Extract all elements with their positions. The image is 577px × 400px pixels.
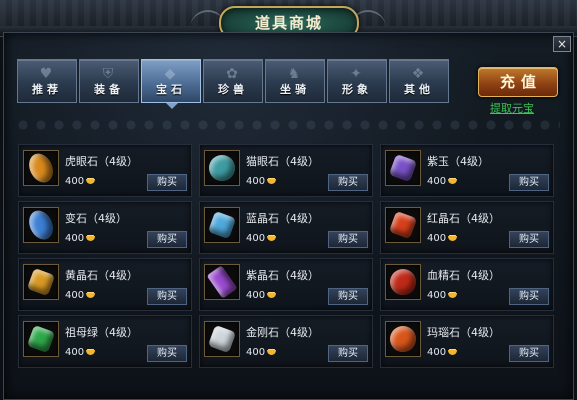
- item-name: 玛瑙石（4级）: [427, 326, 500, 339]
- armor-icon: ⛨: [102, 66, 114, 82]
- blue-crystal-gem-icon[interactable]: [204, 207, 240, 243]
- buy-button[interactable]: 购买: [509, 288, 549, 305]
- gold-ingot-icon: [267, 235, 277, 241]
- yellow-crystal-gem-icon[interactable]: [23, 264, 59, 300]
- tab-beasts[interactable]: ✿ 珍兽: [203, 59, 263, 103]
- withdraw-ingots-link[interactable]: 提取元宝: [490, 100, 534, 116]
- item-name: 猫眼石（4级）: [246, 155, 319, 168]
- tab-label: 宝石: [156, 83, 186, 96]
- item-price: 400: [427, 176, 458, 187]
- gem-icon: ◆: [164, 66, 176, 82]
- item-price: 400: [246, 176, 277, 187]
- shop-item: 虎眼石（4级） 400 购买: [18, 144, 192, 197]
- shop-item: 紫晶石（4级） 400 购买: [199, 258, 373, 311]
- buy-button[interactable]: 购买: [328, 288, 368, 305]
- item-name: 祖母绿（4级）: [65, 326, 138, 339]
- tab-recommend[interactable]: ♥ 推荐: [17, 59, 77, 103]
- item-name: 金刚石（4级）: [246, 326, 319, 339]
- item-name: 紫晶石（4级）: [246, 269, 319, 282]
- tab-label: 其他: [404, 83, 434, 96]
- recharge-button[interactable]: 充值: [478, 67, 558, 97]
- tab-label: 装备: [94, 83, 124, 96]
- item-price: 400: [246, 233, 277, 244]
- tab-gems[interactable]: ◆ 宝石: [141, 59, 201, 109]
- amethyst-gem-icon[interactable]: [204, 264, 240, 300]
- shop-item: 血精石（4级） 400 购买: [380, 258, 554, 311]
- gold-ingot-icon: [448, 292, 458, 298]
- mount-icon: ♞: [287, 66, 301, 82]
- shop-item: 红晶石（4级） 400 购买: [380, 201, 554, 254]
- item-name: 黄晶石（4级）: [65, 269, 138, 282]
- cat-eye-gem-icon[interactable]: [204, 150, 240, 186]
- gold-ingot-icon: [86, 178, 96, 184]
- buy-button[interactable]: 购买: [328, 174, 368, 191]
- shop-item: 玛瑙石（4级） 400 购买: [380, 315, 554, 368]
- buy-button[interactable]: 购买: [509, 174, 549, 191]
- gold-ingot-icon: [448, 349, 458, 355]
- tab-other[interactable]: ❖ 其他: [389, 59, 449, 103]
- tab-appearance[interactable]: ✦ 形象: [327, 59, 387, 103]
- item-price: 400: [427, 347, 458, 358]
- gold-ingot-icon: [86, 349, 96, 355]
- misc-icon: ❖: [411, 66, 425, 82]
- tiger-eye-gem-icon[interactable]: [23, 149, 59, 187]
- buy-button[interactable]: 购买: [147, 231, 187, 248]
- tab-mounts[interactable]: ♞ 坐骑: [265, 59, 325, 103]
- emerald-gem-icon[interactable]: [23, 321, 59, 357]
- shop-item: 紫玉（4级） 400 购买: [380, 144, 554, 197]
- shop-item: 祖母绿（4级） 400 购买: [18, 315, 192, 368]
- item-price: 400: [65, 290, 96, 301]
- item-name: 红晶石（4级）: [427, 212, 500, 225]
- buy-button[interactable]: 购买: [509, 345, 549, 362]
- gold-ingot-icon: [267, 178, 277, 184]
- shop-item: 金刚石（4级） 400 购买: [199, 315, 373, 368]
- gold-ingot-icon: [448, 235, 458, 241]
- agate-gem-icon[interactable]: [385, 321, 421, 357]
- buy-button[interactable]: 购买: [328, 231, 368, 248]
- gold-ingot-icon: [86, 292, 96, 298]
- purple-jade-gem-icon[interactable]: [385, 150, 421, 186]
- item-price: 400: [65, 233, 96, 244]
- tab-label: 形象: [342, 83, 372, 96]
- item-price: 400: [246, 290, 277, 301]
- gold-ingot-icon: [267, 349, 277, 355]
- tab-equipment[interactable]: ⛨ 装备: [79, 59, 139, 103]
- buy-button[interactable]: 购买: [509, 231, 549, 248]
- red-crystal-gem-icon[interactable]: [385, 207, 421, 243]
- item-price: 400: [427, 290, 458, 301]
- item-name: 变石（4级）: [65, 212, 127, 225]
- heart-icon: ♥: [39, 66, 53, 82]
- item-price: 400: [65, 347, 96, 358]
- beast-icon: ✿: [226, 66, 238, 82]
- buy-button[interactable]: 购买: [147, 174, 187, 191]
- shop-item: 变石（4级） 400 购买: [18, 201, 192, 254]
- item-price: 400: [246, 347, 277, 358]
- shop-item: 黄晶石（4级） 400 购买: [18, 258, 192, 311]
- bloodstone-gem-icon[interactable]: [385, 264, 421, 300]
- item-name: 血精石（4级）: [427, 269, 500, 282]
- buy-button[interactable]: 购买: [147, 288, 187, 305]
- item-name: 紫玉（4级）: [427, 155, 489, 168]
- shop-item: 猫眼石（4级） 400 购买: [199, 144, 373, 197]
- item-name: 虎眼石（4级）: [65, 155, 138, 168]
- item-name: 蓝晶石（4级）: [246, 212, 319, 225]
- costume-icon: ✦: [350, 66, 362, 82]
- tab-label: 坐骑: [280, 83, 310, 96]
- diamond-gem-icon[interactable]: [204, 321, 240, 357]
- buy-button[interactable]: 购买: [147, 345, 187, 362]
- buy-button[interactable]: 购买: [328, 345, 368, 362]
- gold-ingot-icon: [86, 235, 96, 241]
- tab-label: 推荐: [32, 83, 62, 96]
- item-price: 400: [427, 233, 458, 244]
- shop-item: 蓝晶石（4级） 400 购买: [199, 201, 373, 254]
- alexandrite-gem-icon[interactable]: [23, 206, 59, 244]
- gold-ingot-icon: [267, 292, 277, 298]
- close-button[interactable]: ×: [553, 36, 571, 52]
- section-divider: [14, 116, 560, 134]
- item-price: 400: [65, 176, 96, 187]
- gold-ingot-icon: [448, 178, 458, 184]
- tab-label: 珍兽: [218, 83, 248, 96]
